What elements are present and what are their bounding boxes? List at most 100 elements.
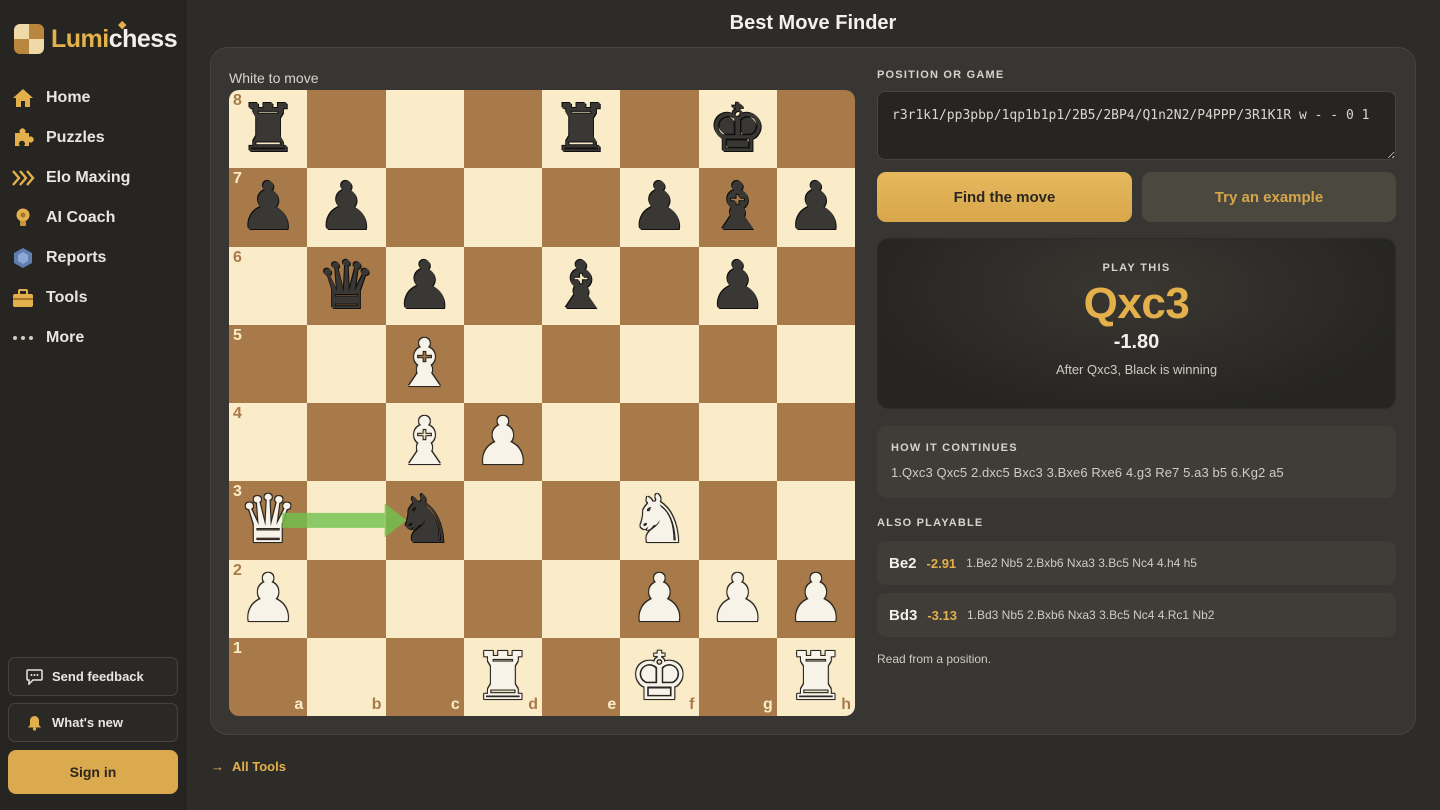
square-b8[interactable] [307, 90, 386, 169]
square-e8[interactable]: ♜ [542, 90, 621, 169]
black-pawn-icon[interactable]: ♟ [620, 168, 698, 246]
square-b2[interactable] [307, 559, 386, 638]
square-g8[interactable]: ♚ [698, 90, 777, 169]
square-h4[interactable] [776, 403, 855, 482]
square-a2[interactable]: 2 ♟ [229, 559, 308, 638]
find-move-button[interactable]: Find the move [877, 172, 1132, 222]
square-f3[interactable]: ♞ [620, 481, 699, 560]
square-c1[interactable]: c [385, 637, 464, 716]
square-a4[interactable]: 4 [229, 403, 308, 482]
square-g7[interactable]: ♝ [698, 168, 777, 247]
square-b7[interactable]: ♟ [307, 168, 386, 247]
square-c4[interactable]: ♝ [385, 403, 464, 482]
nav-item-more[interactable]: More [0, 318, 186, 358]
white-pawn-icon[interactable]: ♟ [620, 560, 698, 638]
square-g6[interactable]: ♟ [698, 246, 777, 325]
square-g5[interactable] [698, 324, 777, 403]
square-h8[interactable] [776, 90, 855, 169]
white-queen-icon[interactable]: ♛ [229, 481, 307, 559]
square-h1[interactable]: h ♜ [776, 637, 855, 716]
black-king-icon[interactable]: ♚ [699, 90, 777, 168]
square-h3[interactable] [776, 481, 855, 560]
white-bishop-icon[interactable]: ♝ [386, 325, 464, 403]
square-c6[interactable]: ♟ [385, 246, 464, 325]
square-e4[interactable] [542, 403, 621, 482]
square-g2[interactable]: ♟ [698, 559, 777, 638]
square-b1[interactable]: b [307, 637, 386, 716]
send-feedback-button[interactable]: Send feedback [8, 657, 178, 696]
white-king-icon[interactable]: ♚ [620, 638, 698, 716]
alternative-move-row[interactable]: Be2 -2.91 1.Be2 Nb5 2.Bxb6 Nxa3 3.Bc5 Nc… [877, 541, 1396, 585]
square-e7[interactable] [542, 168, 621, 247]
black-pawn-icon[interactable]: ♟ [229, 168, 307, 246]
square-e5[interactable] [542, 324, 621, 403]
white-rook-icon[interactable]: ♜ [777, 638, 855, 716]
square-d4[interactable]: ♟ [463, 403, 542, 482]
square-g4[interactable] [698, 403, 777, 482]
white-pawn-icon[interactable]: ♟ [229, 560, 307, 638]
white-pawn-icon[interactable]: ♟ [777, 560, 855, 638]
sign-in-button[interactable]: Sign in [8, 750, 178, 794]
black-pawn-icon[interactable]: ♟ [307, 168, 385, 246]
square-e2[interactable] [542, 559, 621, 638]
nav-item-tools[interactable]: Tools [0, 278, 186, 318]
whats-new-button[interactable]: What's new [8, 703, 178, 742]
square-h7[interactable]: ♟ [776, 168, 855, 247]
square-e1[interactable]: e [542, 637, 621, 716]
square-h6[interactable] [776, 246, 855, 325]
square-b6[interactable]: ♛ [307, 246, 386, 325]
nav-item-reports[interactable]: Reports [0, 238, 186, 278]
alternative-move-row[interactable]: Bd3 -3.13 1.Bd3 Nb5 2.Bxb6 Nxa3 3.Bc5 Nc… [877, 593, 1396, 637]
square-d5[interactable] [463, 324, 542, 403]
square-f4[interactable] [620, 403, 699, 482]
square-d2[interactable] [463, 559, 542, 638]
fen-input[interactable] [877, 91, 1396, 160]
square-b5[interactable] [307, 324, 386, 403]
square-d1[interactable]: d ♜ [463, 637, 542, 716]
white-bishop-icon[interactable]: ♝ [386, 403, 464, 481]
square-b4[interactable] [307, 403, 386, 482]
square-g3[interactable] [698, 481, 777, 560]
square-f8[interactable] [620, 90, 699, 169]
square-a1[interactable]: 1a [229, 637, 308, 716]
chess-board[interactable]: 8 ♜ ♜ ♚ 7 ♟ ♟ ♟ ♝ ♟ 6 ♛ ♟ ♝ ♟ 5 ♝ 4 ♝ ♟ 3 ♛ ♞ ♞ 2 ♟ ♟ ♟ ♟ 1 a b c d ♜ e f ♚ g h… [229, 90, 855, 716]
logo[interactable]: Lumichess ◆ [14, 19, 178, 56]
square-a5[interactable]: 5 [229, 324, 308, 403]
square-a7[interactable]: 7 ♟ [229, 168, 308, 247]
nav-item-home[interactable]: Home [0, 78, 186, 118]
square-g1[interactable]: g [698, 637, 777, 716]
square-d7[interactable] [463, 168, 542, 247]
white-knight-icon[interactable]: ♞ [620, 481, 698, 559]
black-queen-icon[interactable]: ♛ [307, 247, 385, 325]
nav-item-puzzles[interactable]: Puzzles [0, 118, 186, 158]
square-c8[interactable] [385, 90, 464, 169]
nav-item-elo-maxing[interactable]: Elo Maxing [0, 158, 186, 198]
square-e3[interactable] [542, 481, 621, 560]
square-c7[interactable] [385, 168, 464, 247]
square-f5[interactable] [620, 324, 699, 403]
square-a8[interactable]: 8 ♜ [229, 90, 308, 169]
black-pawn-icon[interactable]: ♟ [386, 247, 464, 325]
black-pawn-icon[interactable]: ♟ [777, 168, 855, 246]
square-f1[interactable]: f ♚ [620, 637, 699, 716]
square-h5[interactable] [776, 324, 855, 403]
square-f7[interactable]: ♟ [620, 168, 699, 247]
square-d6[interactable] [463, 246, 542, 325]
square-c3[interactable]: ♞ [385, 481, 464, 560]
nav-item-ai-coach[interactable]: AI Coach [0, 198, 186, 238]
square-a3[interactable]: 3 ♛ [229, 481, 308, 560]
square-d3[interactable] [463, 481, 542, 560]
square-c5[interactable]: ♝ [385, 324, 464, 403]
square-f6[interactable] [620, 246, 699, 325]
square-e6[interactable]: ♝ [542, 246, 621, 325]
white-rook-icon[interactable]: ♜ [464, 638, 542, 716]
all-tools-link[interactable]: → All Tools [211, 759, 286, 774]
black-bishop-icon[interactable]: ♝ [699, 168, 777, 246]
black-bishop-icon[interactable]: ♝ [542, 247, 620, 325]
try-example-button[interactable]: Try an example [1142, 172, 1396, 222]
black-rook-icon[interactable]: ♜ [229, 90, 307, 168]
square-h2[interactable]: ♟ [776, 559, 855, 638]
square-c2[interactable] [385, 559, 464, 638]
white-pawn-icon[interactable]: ♟ [699, 560, 777, 638]
black-knight-icon[interactable]: ♞ [386, 481, 464, 559]
